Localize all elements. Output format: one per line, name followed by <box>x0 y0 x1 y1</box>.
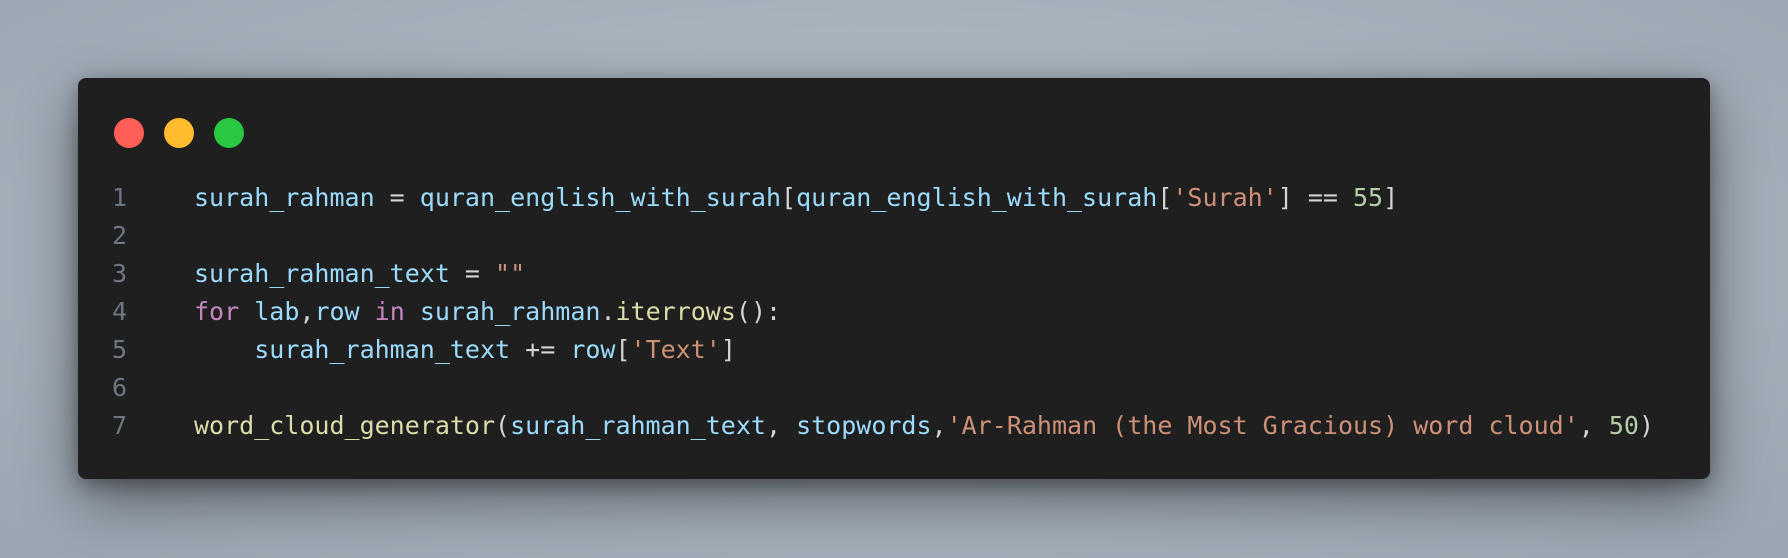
code-token-punc: , <box>299 297 315 326</box>
code-token-var: quran_english_with_surah <box>419 183 782 212</box>
line-number: 3 <box>112 259 128 288</box>
code-token-kw: for <box>194 297 240 326</box>
code-token-str: 'Text' <box>630 335 721 364</box>
code-token-num: 50 <box>1608 411 1639 440</box>
code-line: 4 for lab,row in surah_rahman.iterrows(): <box>78 293 1710 331</box>
line-source: surah_rahman_text = "" <box>194 255 1710 293</box>
code-token-punc: , <box>931 411 947 440</box>
minimize-dot-icon[interactable] <box>164 118 194 148</box>
line-source <box>194 217 1710 255</box>
code-token-op: += <box>510 335 571 364</box>
code-token-var: lab <box>254 297 300 326</box>
code-token-var: row <box>570 335 616 364</box>
code-token-op: = <box>374 183 420 212</box>
code-token-punc: , <box>1578 411 1609 440</box>
code-line: 6 <box>78 369 1710 407</box>
code-token-punc: (): <box>735 297 782 326</box>
line-number: 7 <box>112 411 128 440</box>
line-source: for lab,row in surah_rahman.iterrows(): <box>194 293 1710 331</box>
line-number: 6 <box>112 373 128 402</box>
line-number: 5 <box>112 335 128 364</box>
code-token-op <box>239 297 254 326</box>
maximize-dot-icon[interactable] <box>214 118 244 148</box>
code-token-var: surah_rahman <box>419 297 601 326</box>
line-source <box>194 369 1710 407</box>
code-line: 1 surah_rahman = quran_english_with_surah… <box>78 179 1710 217</box>
code-line: 2 <box>78 217 1710 255</box>
code-block: 1 surah_rahman = quran_english_with_surah… <box>78 179 1710 445</box>
code-token-punc: [ <box>781 183 797 212</box>
line-number: 2 <box>112 221 128 250</box>
code-window: 1 surah_rahman = quran_english_with_surah… <box>78 78 1710 479</box>
code-token-punc: ( <box>495 411 511 440</box>
code-token-var: quran_english_with_surah <box>796 183 1158 212</box>
code-token-str: "" <box>495 259 526 288</box>
code-token-var: surah_rahman <box>194 183 375 212</box>
code-token-var: surah_rahman_text <box>254 335 511 364</box>
close-dot-icon[interactable] <box>114 118 144 148</box>
code-token-str: 'Ar-Rahman (the Most Gracious) word clou… <box>946 411 1579 440</box>
line-source: surah_rahman = quran_english_with_surah[… <box>194 179 1710 217</box>
code-token-var: stopwords <box>796 411 932 440</box>
code-token-punc: . <box>600 297 616 326</box>
code-token-punc: , <box>765 411 797 440</box>
code-token-num: 55 <box>1353 183 1384 212</box>
code-token-punc: [ <box>615 335 631 364</box>
code-token-fn: iterrows <box>615 297 736 326</box>
window-controls <box>114 118 244 148</box>
code-token-var: surah_rahman_text <box>510 411 766 440</box>
code-token-punc: [ <box>1157 183 1173 212</box>
code-token-str: 'Surah' <box>1172 183 1278 212</box>
code-line: 5 surah_rahman_text += row['Text'] <box>78 331 1710 369</box>
line-source: word_cloud_generator(surah_rahman_text, … <box>194 407 1710 445</box>
line-source: surah_rahman_text += row['Text'] <box>194 331 1710 369</box>
code-token-op: ] == <box>1277 183 1353 212</box>
line-number: 1 <box>112 183 128 212</box>
code-token-op <box>194 335 254 364</box>
code-token-kw: in <box>359 297 420 326</box>
code-token-punc: ] <box>1383 183 1399 212</box>
code-token-fn: word_cloud_generator <box>194 411 496 440</box>
code-token-punc: ] <box>720 335 736 364</box>
code-token-punc: ) <box>1638 411 1655 440</box>
code-line: 3 surah_rahman_text = "" <box>78 255 1710 293</box>
code-token-var: row <box>314 297 360 326</box>
code-line: 7 word_cloud_generator(surah_rahman_text,… <box>78 407 1710 445</box>
code-token-var: surah_rahman_text <box>194 259 450 288</box>
code-token-op: = <box>449 259 496 288</box>
line-number: 4 <box>112 297 128 326</box>
